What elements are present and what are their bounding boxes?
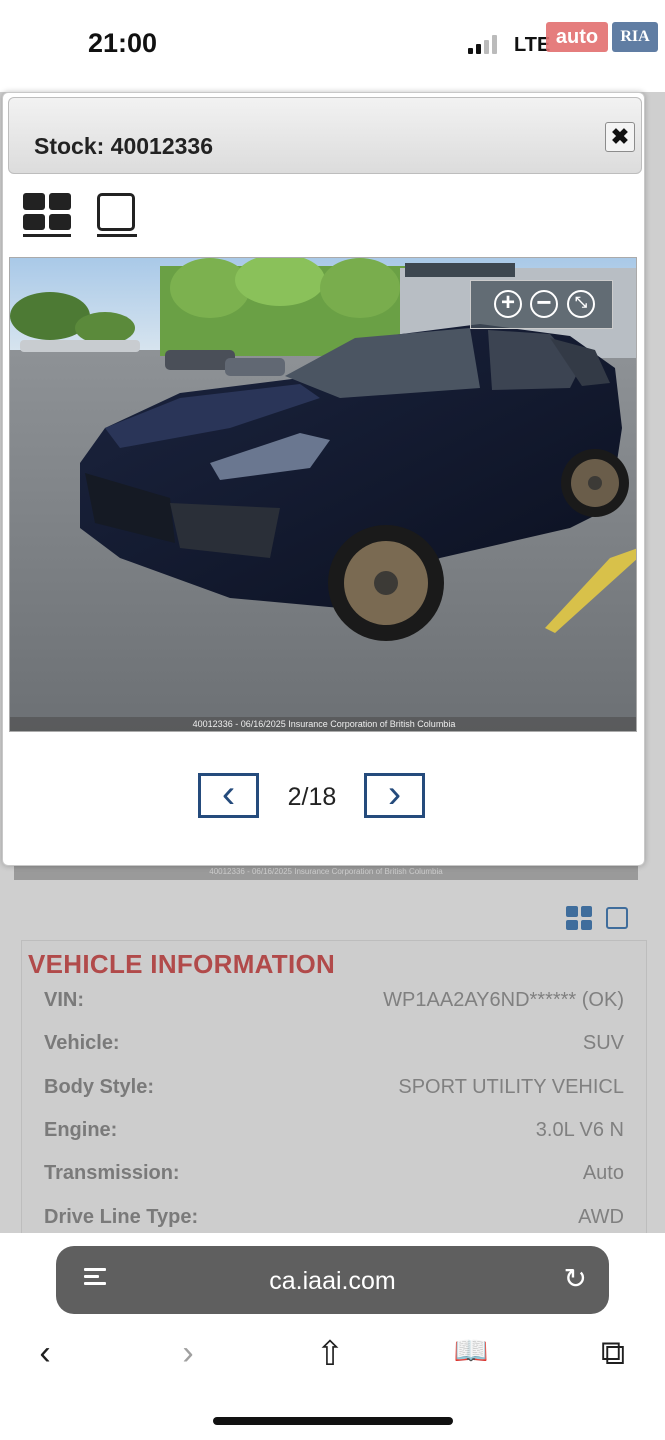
info-label: Body Style: [44, 1076, 155, 1098]
address-bar[interactable]: ca.iaai.com ↻ [56, 1246, 609, 1314]
previous-photo-button[interactable]: ‹ [198, 773, 259, 818]
status-bar: 21:00 LTE auto RIA [0, 0, 665, 92]
thumbnail-caption: 40012336 - 06/16/2025 Insurance Corporat… [14, 864, 638, 880]
network-type: LTE [514, 34, 551, 56]
photo-caption: 40012336 - 06/16/2025 Insurance Corporat… [10, 717, 636, 731]
home-indicator[interactable] [213, 1417, 453, 1425]
info-label: Drive Line Type: [44, 1206, 199, 1228]
view-toggle [566, 906, 628, 930]
status-time: 21:00 [88, 28, 158, 58]
next-photo-button[interactable]: › [364, 773, 425, 818]
back-icon[interactable]: ‹ [20, 1334, 70, 1373]
zoom-in-icon[interactable]: + [494, 290, 522, 318]
info-row-drive-line: Drive Line Type: AWD [44, 1206, 624, 1236]
vehicle-photo[interactable]: + − ⤡ 40012336 - 06/16/2025 Insurance Co… [9, 257, 637, 732]
info-value: SUV [582, 1032, 624, 1054]
info-value: SPORT UTILITY VEHICL [398, 1076, 624, 1098]
zoom-out-icon[interactable]: − [530, 289, 558, 318]
tabs-icon[interactable]: ⧉ [588, 1334, 638, 1373]
info-label: Engine: [44, 1119, 118, 1141]
grid-view-icon[interactable] [566, 906, 592, 930]
bookmarks-icon[interactable]: 📖 [446, 1334, 496, 1367]
info-row-vin: VIN: WP1AA2AY6ND****** (OK) [44, 989, 624, 1019]
info-row-body-style: Body Style: SPORT UTILITY VEHICL [44, 1076, 624, 1106]
info-value: WP1AA2AY6ND****** (OK) [383, 989, 624, 1011]
share-icon[interactable]: ⇧ [305, 1334, 355, 1374]
vehicle-info-panel: VEHICLE INFORMATION VIN: WP1AA2AY6ND****… [21, 940, 647, 1240]
modal-title: Stock: 40012336 [34, 133, 214, 159]
zoom-fit-icon[interactable]: ⤡ [567, 290, 595, 318]
url-text[interactable]: ca.iaai.com [56, 1267, 609, 1296]
browser-toolbar: ‹ › ⇧ 📖 ⧉ [0, 1328, 665, 1388]
vehicle-photo-image [10, 258, 636, 731]
close-button[interactable]: ✖ [605, 122, 635, 152]
browser-bottom-bar: ca.iaai.com ↻ ‹ › ⇧ 📖 ⧉ [0, 1233, 665, 1440]
modal-header: Stock: 40012336 ✖ [8, 97, 642, 174]
info-label: VIN: [44, 989, 84, 1011]
grid-view-icon[interactable] [23, 193, 71, 237]
info-row-transmission: Transmission: Auto [44, 1162, 624, 1192]
info-label: Vehicle: [44, 1032, 120, 1054]
info-value: Auto [582, 1162, 624, 1184]
single-view-icon[interactable] [97, 193, 137, 237]
forward-icon[interactable]: › [163, 1334, 213, 1373]
info-value: AWD [578, 1206, 624, 1228]
signal-strength-icon [468, 34, 497, 54]
photo-viewer-modal: Stock: 40012336 ✖ + − ⤡ 40012336 - 06/16… [2, 92, 645, 866]
vehicle-info-title: VEHICLE INFORMATION [28, 949, 336, 979]
info-label: Transmission: [44, 1162, 180, 1184]
info-value: 3.0L V6 N [535, 1119, 624, 1141]
reload-icon[interactable]: ↻ [564, 1262, 587, 1295]
single-view-icon[interactable] [606, 907, 628, 929]
info-row-engine: Engine: 3.0L V6 N [44, 1119, 624, 1149]
watermark-auto-logo: auto [546, 22, 608, 52]
watermark-ria-logo: RIA [612, 22, 658, 52]
zoom-controls: + − ⤡ [470, 280, 613, 329]
info-row-vehicle: Vehicle: SUV [44, 1032, 624, 1062]
photo-counter: 2/18 [287, 783, 337, 811]
